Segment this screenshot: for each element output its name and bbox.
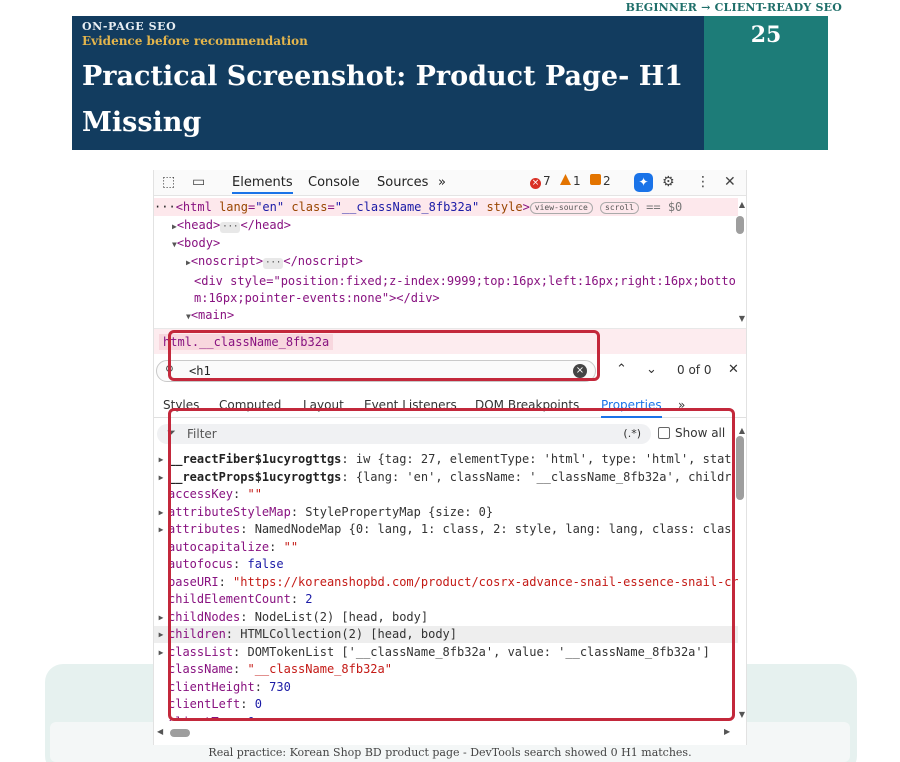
scroll-left-icon[interactable]: ◀ xyxy=(157,727,163,736)
next-match-icon[interactable]: ⌄ xyxy=(646,362,657,377)
section-kicker: ON-PAGE SEO xyxy=(82,20,177,33)
scroll-up-icon[interactable]: ▲ xyxy=(739,200,745,209)
more-options-icon[interactable]: ⋮ xyxy=(696,174,710,190)
view-source-pill[interactable]: view-source xyxy=(529,201,593,214)
slide-title: Practical Screenshot: Product Page- H1 M… xyxy=(82,61,684,138)
devtools-toolbar: ⬚ ▭ Elements Console Sources » × 7 1 2 ✦ … xyxy=(154,170,746,196)
scroll-down-icon[interactable]: ▼ xyxy=(739,314,745,323)
expand-arrow-icon[interactable]: ▶ xyxy=(154,469,168,486)
scroll-pill[interactable]: scroll xyxy=(600,201,639,214)
horizontal-scrollbar[interactable]: ◀ ▶ xyxy=(154,726,746,740)
expand-arrow-icon[interactable]: ▶ xyxy=(154,626,168,643)
errors-badge[interactable]: × 7 xyxy=(530,174,551,189)
previous-match-icon[interactable]: ⌃ xyxy=(616,362,627,377)
properties-scrollbar[interactable] xyxy=(736,436,744,500)
tab-sources[interactable]: Sources xyxy=(377,175,428,190)
scroll-up-icon[interactable]: ▲ xyxy=(739,426,745,435)
dom-tree: ···<html lang="en" class="__className_8f… xyxy=(154,198,738,324)
expand-arrow-icon[interactable]: ▶ xyxy=(154,644,168,661)
figure-caption: Real practice: Korean Shop BD product pa… xyxy=(208,746,692,759)
scroll-right-icon[interactable]: ▶ xyxy=(724,727,730,736)
dom-node-div-cont: m:16px;pointer-events:none"></div> xyxy=(194,291,440,305)
warning-icon xyxy=(560,174,571,185)
tab-console[interactable]: Console xyxy=(308,175,360,190)
dom-node-head[interactable]: ▶<head> ··· </head> xyxy=(172,218,291,233)
warnings-badge[interactable]: 1 xyxy=(560,174,581,188)
more-tabs-button[interactable]: » xyxy=(438,175,446,190)
dom-node-html[interactable]: ···<html lang="en" class="__className_8f… xyxy=(154,200,682,214)
dom-node-body[interactable]: ▼<body> xyxy=(172,236,220,250)
inspect-element-icon[interactable]: ⬚ xyxy=(162,174,175,190)
close-search-icon[interactable]: ✕ xyxy=(728,362,739,377)
device-toolbar-icon[interactable]: ▭ xyxy=(192,174,205,190)
dom-node-div[interactable]: <div style="position:fixed;z-index:9999;… xyxy=(194,274,736,288)
match-count: 0 of 0 xyxy=(677,363,712,377)
error-icon: × xyxy=(530,178,541,189)
slide-header: ON-PAGE SEO Evidence before recommendati… xyxy=(72,16,704,150)
course-tag: BEGINNER → CLIENT-READY SEO xyxy=(625,1,842,14)
gear-icon[interactable]: ⚙ xyxy=(662,174,675,190)
properties-highlight-box xyxy=(168,408,735,721)
expand-arrow-icon[interactable]: ▶ xyxy=(154,504,168,521)
expand-arrow-icon[interactable]: ▶ xyxy=(154,521,168,538)
scroll-down-icon[interactable]: ▼ xyxy=(739,710,745,719)
dom-scrollbar[interactable] xyxy=(736,216,744,234)
ai-assistance-icon[interactable]: ✦ xyxy=(634,173,653,192)
dom-node-main[interactable]: ▼<main> xyxy=(186,308,234,322)
breadcrumb-search-highlight-box xyxy=(168,330,600,381)
page-number: 25 xyxy=(750,22,782,48)
issue-icon xyxy=(590,174,601,185)
issues-badge[interactable]: 2 xyxy=(590,174,611,188)
horizontal-scroll-thumb[interactable] xyxy=(170,729,190,737)
section-subtitle: Evidence before recommendation xyxy=(82,34,308,48)
expand-arrow-icon[interactable]: ▶ xyxy=(154,451,168,468)
expand-arrow-icon[interactable]: ▶ xyxy=(154,609,168,626)
close-icon[interactable]: ✕ xyxy=(724,174,736,190)
tab-elements[interactable]: Elements xyxy=(232,175,293,194)
dom-node-noscript[interactable]: ▶<noscript> ··· </noscript> xyxy=(186,254,363,269)
page-number-box: 25 xyxy=(704,16,828,150)
